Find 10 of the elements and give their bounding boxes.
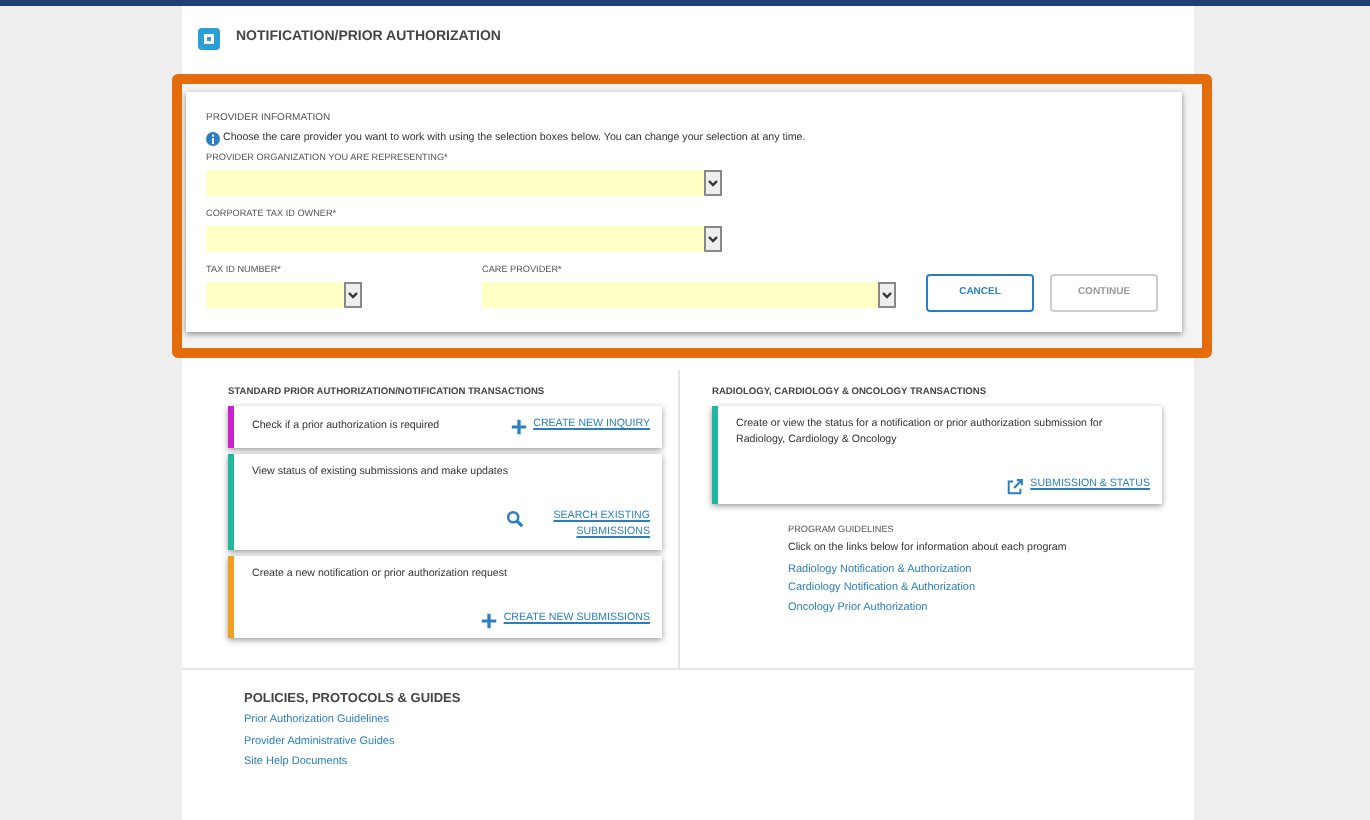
app-icon <box>198 27 220 49</box>
search-icon <box>506 510 524 529</box>
plus-icon <box>479 612 498 631</box>
select-field[interactable] <box>206 282 362 309</box>
select-field[interactable] <box>482 282 896 309</box>
plus-icon <box>509 418 528 437</box>
info-icon <box>206 131 220 146</box>
select-field[interactable] <box>206 226 722 253</box>
external-link-icon <box>1006 478 1025 497</box>
select-field[interactable] <box>206 170 722 197</box>
